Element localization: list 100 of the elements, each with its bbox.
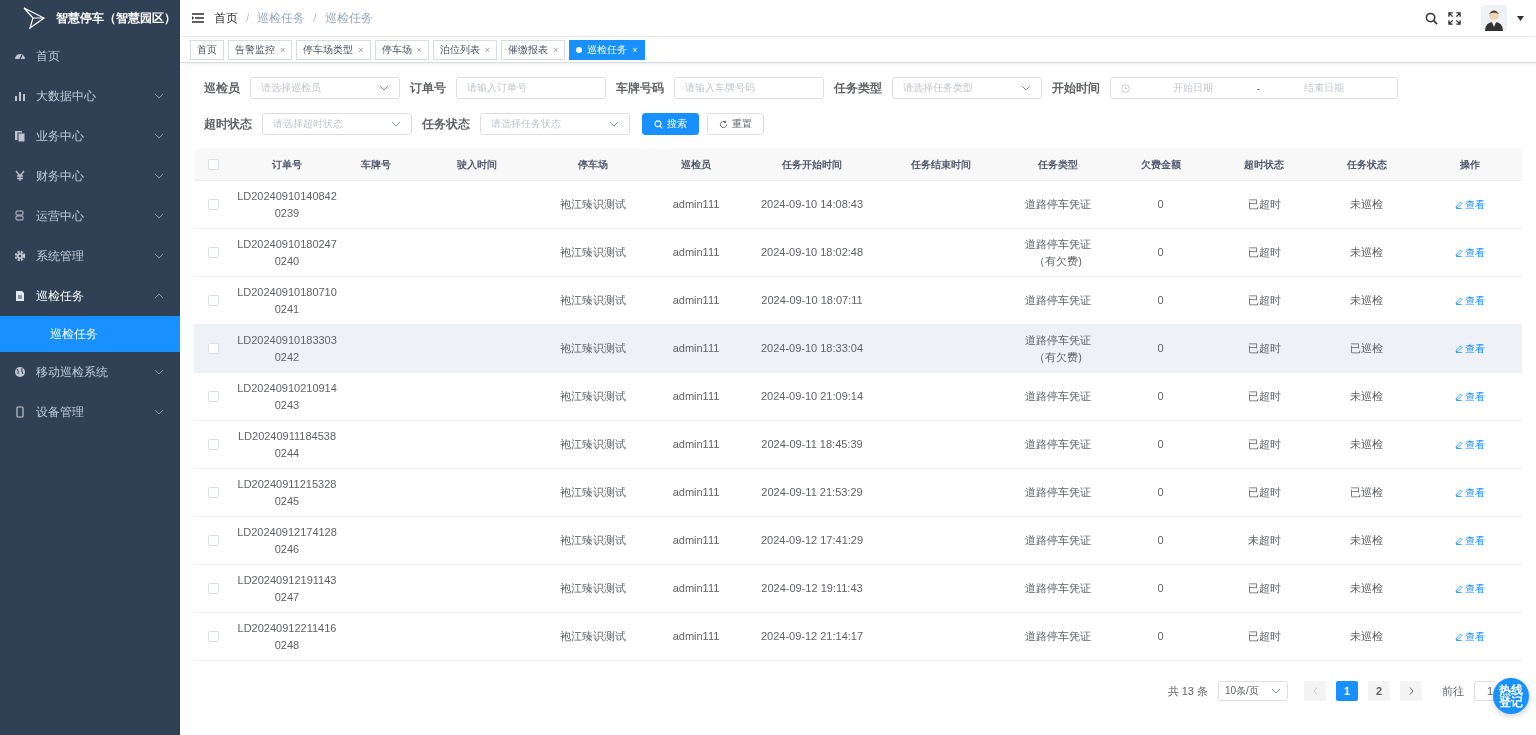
filter-label: 超时状态 (203, 115, 253, 133)
chevron-icon (379, 85, 389, 91)
edit-icon (1455, 440, 1463, 449)
sidebar-item[interactable]: 巡检任务 (0, 276, 180, 316)
table-cell-text: 未巡检 (1350, 245, 1383, 260)
table-cell-text: 2024-09-11 21:53:29 (761, 485, 863, 500)
view-link[interactable]: 查看 (1455, 293, 1485, 308)
view-link[interactable]: 查看 (1455, 245, 1485, 260)
page-size-select[interactable]: 10条/页 (1218, 681, 1288, 701)
table-cell-text: 0 (1157, 437, 1164, 452)
table-cell-text: 已超时 (1247, 293, 1281, 308)
tab[interactable]: 催缴报表 × (501, 40, 566, 60)
column-header: 订单号 (272, 157, 302, 172)
table-cell-text: LD202409101807100241 (236, 284, 338, 317)
phone-icon (14, 406, 26, 418)
view-link[interactable]: 查看 (1455, 437, 1485, 452)
table-cell-text: 未超时 (1247, 533, 1281, 548)
server-icon (14, 210, 26, 222)
table-cell-text: 袍江臻识测试 (560, 437, 626, 452)
table-cell-text: 已超时 (1247, 581, 1281, 596)
table-cell-text: 已超时 (1247, 437, 1281, 452)
breadcrumb-item[interactable]: 首页 (214, 9, 238, 27)
sidebar-item[interactable]: 业务中心 (0, 116, 180, 156)
sidebar-item[interactable]: 系统管理 (0, 236, 180, 276)
file-icon (14, 290, 26, 302)
table-cell-text: 道路停车凭证 (1024, 533, 1092, 548)
sidebar-item[interactable]: 大数据中心 (0, 76, 180, 116)
table-cell-text: 袍江臻识测试 (560, 293, 626, 308)
filter-label: 任务类型 (833, 79, 883, 97)
goto-label: 前往 (1442, 683, 1464, 699)
edit-icon (1455, 392, 1463, 401)
checkbox[interactable] (207, 247, 219, 258)
breadcrumb-separator: / (246, 11, 250, 25)
table-cell-text: 袍江臻识测试 (560, 245, 626, 260)
tab[interactable]: 泊位列表 × (432, 40, 498, 60)
table-row[interactable]: LD202409101833030242 袍江臻识测试 admin111 2024-09-10 18:33:04 道路停车凭证（有欠费) 0 已超时 已巡检 查看 (194, 325, 1522, 373)
breadcrumb-item: 巡检任务 (324, 9, 373, 27)
search-icon[interactable] (1425, 11, 1438, 25)
chevron-icon (1021, 85, 1031, 91)
checkbox[interactable] (207, 535, 219, 546)
sidebar-item[interactable]: 运营中心 (0, 196, 180, 236)
prev-page-button[interactable] (1304, 681, 1326, 701)
checkbox[interactable] (207, 199, 219, 210)
table-cell-text: admin111 (672, 485, 720, 500)
caret-icon[interactable] (1517, 15, 1524, 21)
yen-icon (14, 170, 26, 182)
table-cell-text: 2024-09-12 21:14:17 (760, 629, 864, 644)
table-cell-text: 已超时 (1247, 341, 1281, 356)
sidebar-item[interactable]: 财务中心 (0, 156, 180, 196)
table-cell-text: LD202409121911430247 (236, 572, 338, 605)
breadcrumb-separator: / (313, 11, 317, 25)
sidebar-item[interactable]: 设备管理 (0, 392, 180, 432)
table-cell-text: admin111 (672, 197, 720, 212)
table-cell-text: LD202409102109140243 (236, 380, 338, 413)
tab[interactable]: 停车场类型 × (296, 40, 371, 60)
reset-button[interactable]: 重置 (707, 113, 764, 135)
table-cell-text: 道路停车凭证 (1024, 437, 1092, 452)
checkbox[interactable] (207, 159, 219, 170)
sidebar-item[interactable]: 首页 (0, 36, 180, 76)
table-cell-text: 未巡检 (1350, 581, 1383, 596)
checkbox[interactable] (207, 391, 219, 402)
globe-icon (14, 366, 26, 378)
filter-label: 巡检员 (203, 79, 241, 97)
tab[interactable]: 首页 (190, 40, 224, 60)
table-cell-text: 道路停车凭证 (1024, 485, 1092, 500)
bar-chart-icon (14, 90, 26, 102)
table-cell-text: admin111 (672, 293, 720, 308)
table-cell-text: 道路停车凭证 (1024, 389, 1092, 404)
view-link[interactable]: 查看 (1455, 581, 1485, 596)
view-link[interactable]: 查看 (1455, 389, 1485, 404)
view-link[interactable]: 查看 (1455, 485, 1485, 500)
checkbox[interactable] (207, 295, 219, 306)
table-cell-text: 道路停车凭证（有欠费) (1024, 236, 1092, 269)
tab[interactable]: 停车场 × (374, 40, 429, 60)
view-link[interactable]: 查看 (1455, 197, 1485, 212)
table-cell-text: 未巡检 (1350, 437, 1383, 452)
view-link[interactable]: 查看 (1455, 533, 1485, 548)
menu-icon[interactable] (192, 13, 204, 23)
fullscreen-icon[interactable] (1448, 11, 1461, 25)
tab[interactable]: 告警监控 × (228, 40, 293, 60)
page-button[interactable]: 2 (1368, 681, 1390, 701)
checkbox[interactable] (207, 631, 219, 642)
table-cell-text: 0 (1157, 341, 1164, 356)
column-header: 任务类型 (1038, 157, 1078, 172)
checkbox[interactable] (207, 583, 219, 594)
edit-icon (1455, 584, 1463, 593)
table-cell-text: 0 (1157, 245, 1164, 260)
view-link[interactable]: 查看 (1455, 629, 1485, 644)
edit-icon (1455, 248, 1463, 257)
next-page-button[interactable] (1400, 681, 1422, 701)
table-cell-text: admin111 (672, 581, 720, 596)
total-count: 共 13 条 (1167, 683, 1208, 699)
table-cell-text: LD202409121741280246 (236, 524, 338, 557)
column-header: 巡检员 (681, 157, 711, 172)
column-header: 停车场 (578, 157, 608, 172)
sidebar-item[interactable]: 移动巡检系统 (0, 352, 180, 392)
edit-icon (1455, 536, 1463, 545)
checkbox[interactable] (207, 439, 219, 450)
checkbox[interactable] (207, 343, 219, 354)
checkbox[interactable] (207, 487, 219, 498)
